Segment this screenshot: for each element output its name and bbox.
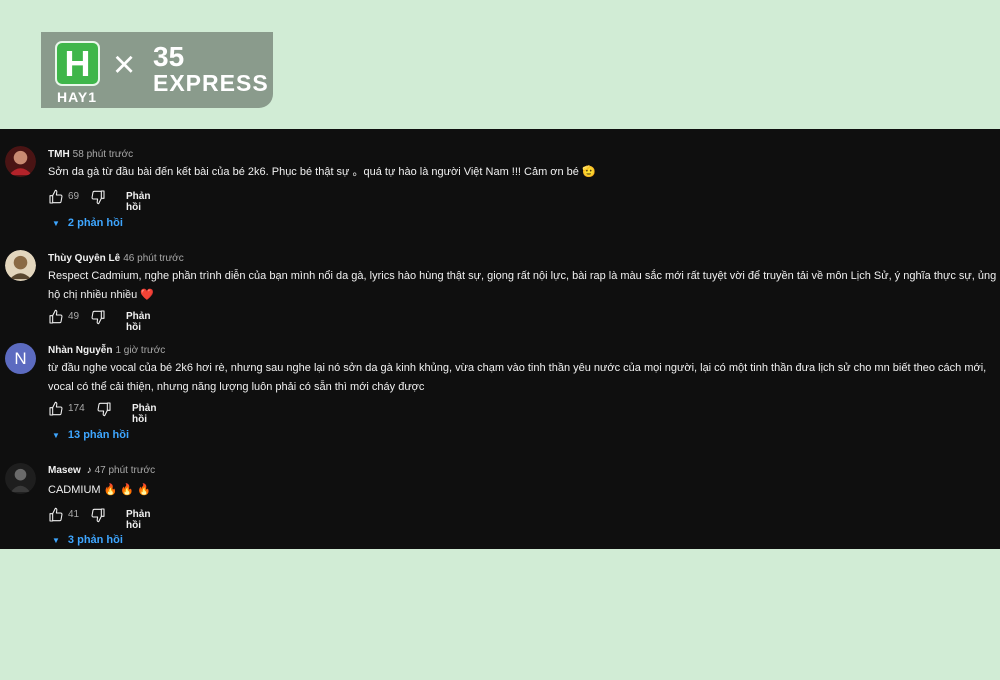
hay1-logo-text: HAY1 — [57, 89, 98, 105]
comment-time[interactable]: 58 phút trước — [73, 149, 134, 160]
avatar[interactable] — [5, 250, 36, 281]
replies-count: 3 phản hồi — [67, 534, 123, 546]
author-name[interactable]: Masew — [48, 465, 81, 476]
like-count: 174 — [68, 403, 85, 414]
avatar[interactable] — [5, 146, 36, 177]
view-replies-button[interactable]: ▼ 13 phản hồi — [52, 429, 129, 441]
comments-panel: TMH 58 phút trước Sởn da gà từ đầu bài đế… — [0, 129, 1000, 549]
view-replies-button[interactable]: ▼ 2 phản hồi — [52, 217, 123, 229]
chevron-down-icon: ▼ — [52, 219, 60, 228]
like-count: 69 — [68, 191, 80, 202]
hay1-logo-mark: H — [55, 41, 100, 86]
comment-header: TMH 58 phút trước — [48, 149, 133, 161]
comment-header: Nhàn Nguyễn 1 giờ trước — [48, 345, 165, 357]
music-note-icon: ♪ — [86, 465, 92, 476]
thumbs-down-icon[interactable] — [96, 401, 112, 417]
replies-count: 13 phản hồi — [67, 429, 130, 441]
comment-time[interactable]: 47 phút trước — [95, 465, 156, 476]
comment-header: Masew ♪ 47 phút trước — [48, 465, 155, 477]
thumbs-up-icon[interactable] — [48, 189, 64, 205]
reply-button[interactable]: Phản hồi — [126, 509, 150, 531]
author-name[interactable]: Thùy Quyên Lê — [48, 253, 120, 264]
hay1-35express-logo: H HAY1 × 35 EXPRESS — [41, 32, 273, 108]
avatar[interactable] — [5, 463, 36, 494]
reply-button[interactable]: Phản hồi — [132, 403, 156, 425]
thumbs-down-icon[interactable] — [90, 507, 106, 523]
thumbs-down-icon[interactable] — [90, 189, 106, 205]
like-count: 41 — [68, 509, 80, 520]
collab-cross-icon: × — [113, 44, 136, 86]
replies-count: 2 phản hồi — [67, 217, 123, 229]
thumbs-up-icon[interactable] — [48, 507, 64, 523]
comment-header: Thùy Quyên Lê 46 phút trước — [48, 253, 184, 265]
view-replies-button[interactable]: ▼ 3 phản hồi — [52, 534, 123, 546]
express-logo-number: 35 — [153, 41, 185, 72]
comment-time[interactable]: 1 giờ trước — [115, 345, 165, 356]
author-name[interactable]: TMH — [48, 149, 70, 160]
reply-button[interactable]: Phản hồi — [126, 191, 150, 213]
thumbs-up-icon[interactable] — [48, 309, 64, 325]
comment-text: Respect Cadmium, nghe phần trình diễn củ… — [48, 270, 997, 301]
chevron-down-icon: ▼ — [52, 536, 60, 545]
comment-time[interactable]: 46 phút trước — [123, 253, 184, 264]
thumbs-down-icon[interactable] — [90, 309, 106, 325]
comment-text: CADMIUM 🔥 🔥 🔥 — [48, 484, 151, 496]
reply-button[interactable]: Phản hồi — [126, 311, 150, 333]
comment-text: từ đầu nghe vocal của bé 2k6 hơi rè, như… — [48, 362, 987, 393]
chevron-down-icon: ▼ — [52, 431, 60, 440]
author-name[interactable]: Nhàn Nguyễn — [48, 345, 112, 356]
like-count: 49 — [68, 311, 80, 322]
comment-text: Sởn da gà từ đầu bài đến kết bài của bé … — [48, 166, 596, 178]
avatar[interactable]: N — [5, 343, 36, 374]
express-logo-word: EXPRESS — [153, 70, 269, 96]
thumbs-up-icon[interactable] — [48, 401, 64, 417]
